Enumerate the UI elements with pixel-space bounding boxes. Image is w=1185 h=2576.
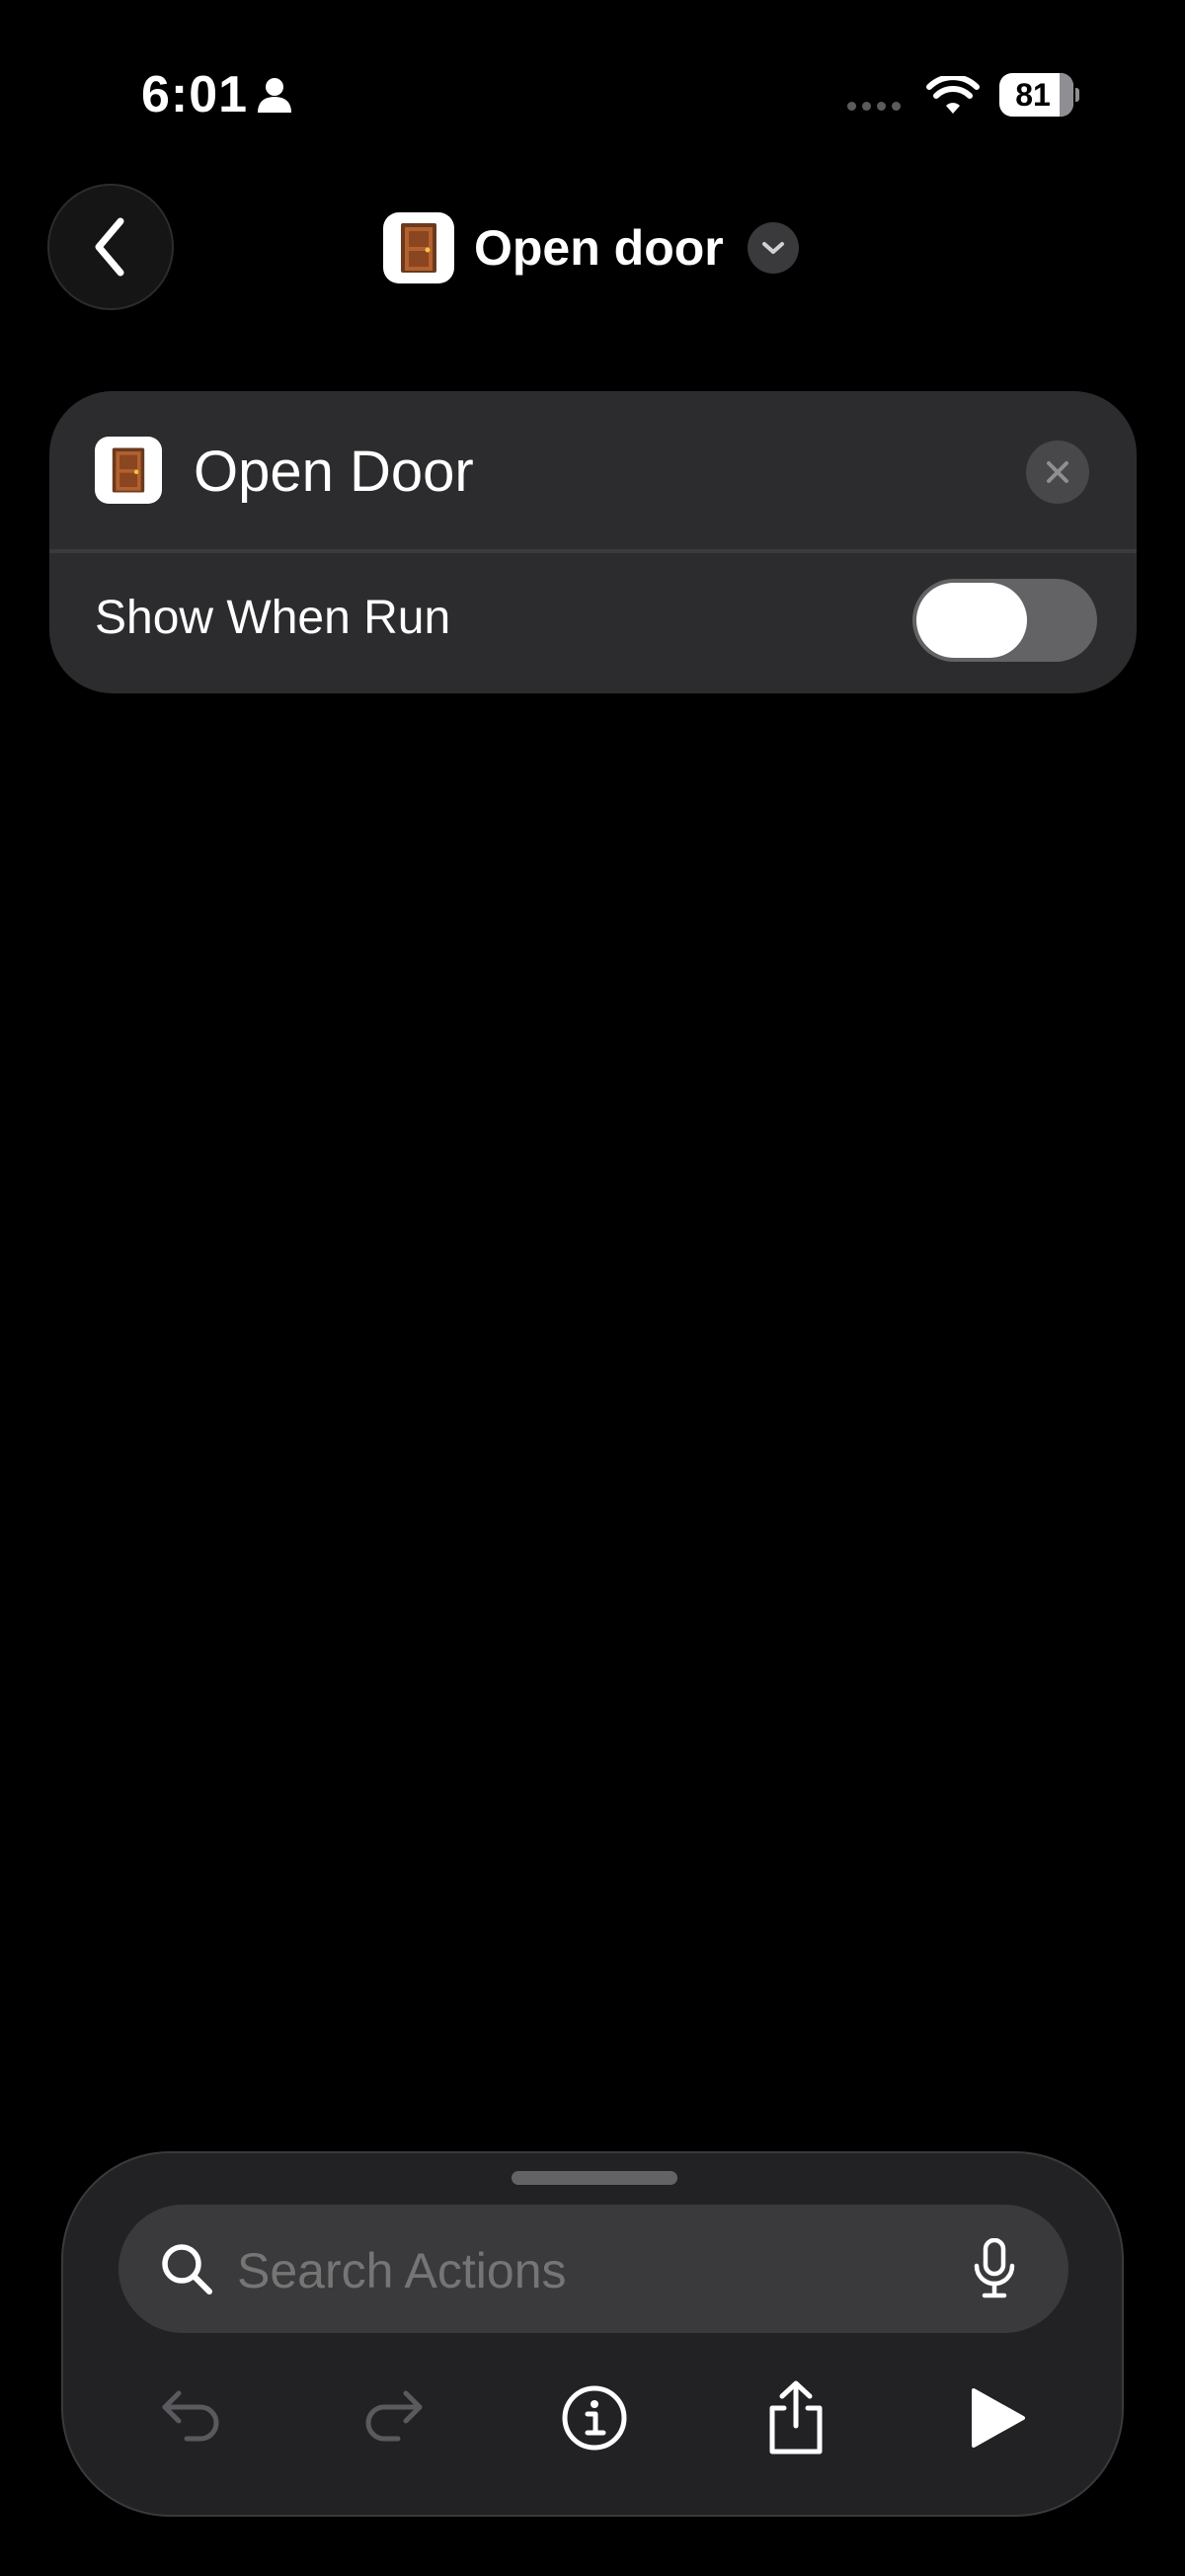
undo-button[interactable] (152, 2378, 231, 2457)
redo-icon (365, 2390, 423, 2442)
status-time: 6:01 (141, 66, 249, 123)
remove-action-button[interactable] (1026, 441, 1089, 504)
wifi-icon (926, 76, 980, 114)
sheet-grabber[interactable] (512, 2171, 677, 2185)
info-icon (562, 2385, 627, 2451)
door-icon (95, 437, 162, 504)
search-input[interactable] (237, 2242, 830, 2299)
show-when-run-label: Show When Run (95, 592, 451, 644)
page-title: Open door (474, 220, 724, 276)
chevron-left-icon (95, 217, 124, 277)
action-card: Open Door Show When Run (49, 391, 1137, 693)
close-icon (1047, 461, 1068, 483)
search-icon (162, 2244, 212, 2294)
play-icon (972, 2388, 1025, 2448)
person-icon (258, 78, 291, 113)
show-when-run-toggle[interactable] (912, 579, 1097, 662)
microphone-icon[interactable] (972, 2238, 1017, 2299)
door-icon (383, 212, 454, 283)
shortcut-title-menu[interactable]: Open door (383, 211, 799, 284)
action-header[interactable]: Open Door (49, 391, 1137, 551)
action-search-panel (61, 2151, 1124, 2517)
battery-level: 81 (1015, 77, 1051, 113)
back-button[interactable] (47, 184, 174, 310)
share-icon (769, 2380, 823, 2455)
status-bar: 6:01 81 (0, 0, 1185, 178)
redo-button[interactable] (354, 2378, 433, 2457)
battery-icon: 81 (999, 73, 1079, 117)
cellular-signal-icon (847, 102, 901, 111)
info-button[interactable] (555, 2378, 634, 2457)
share-button[interactable] (756, 2378, 835, 2457)
toggle-knob (916, 583, 1027, 658)
undo-icon (162, 2390, 219, 2442)
chevron-down-icon[interactable] (747, 222, 799, 274)
show-when-run-row: Show When Run (49, 553, 1137, 693)
search-bar[interactable] (118, 2205, 1068, 2333)
editor-toolbar (63, 2359, 1122, 2467)
action-title: Open Door (194, 440, 474, 504)
run-button[interactable] (958, 2378, 1037, 2457)
